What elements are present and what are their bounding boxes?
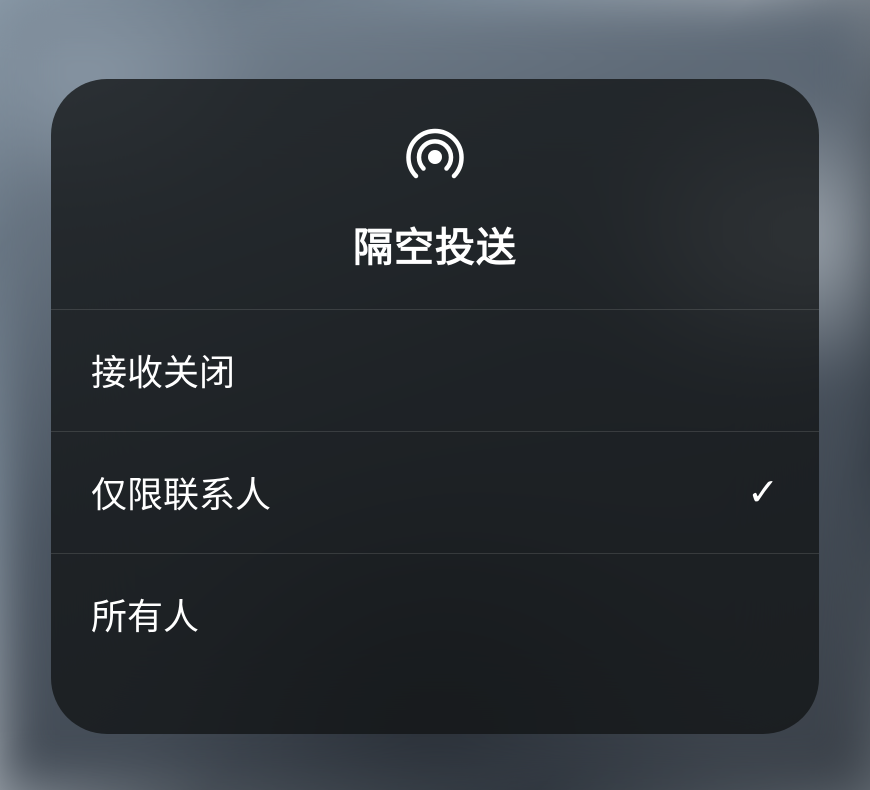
blurred-background: 隔空投送 接收关闭 ✓ 仅限联系人 ✓ 所有人 ✓ — [0, 0, 870, 790]
airdrop-icon — [401, 123, 469, 191]
option-list: 接收关闭 ✓ 仅限联系人 ✓ 所有人 ✓ — [51, 309, 819, 675]
option-label: 接收关闭 — [91, 344, 235, 396]
option-label: 所有人 — [91, 588, 199, 640]
option-receiving-off[interactable]: 接收关闭 ✓ — [51, 309, 819, 431]
option-contacts-only[interactable]: 仅限联系人 ✓ — [51, 431, 819, 553]
panel-header: 隔空投送 — [51, 79, 819, 309]
option-everyone[interactable]: 所有人 ✓ — [51, 553, 819, 675]
panel-title: 隔空投送 — [353, 215, 517, 273]
checkmark-icon: ✓ — [747, 470, 779, 515]
airdrop-settings-panel: 隔空投送 接收关闭 ✓ 仅限联系人 ✓ 所有人 ✓ — [51, 79, 819, 734]
option-label: 仅限联系人 — [91, 466, 271, 518]
